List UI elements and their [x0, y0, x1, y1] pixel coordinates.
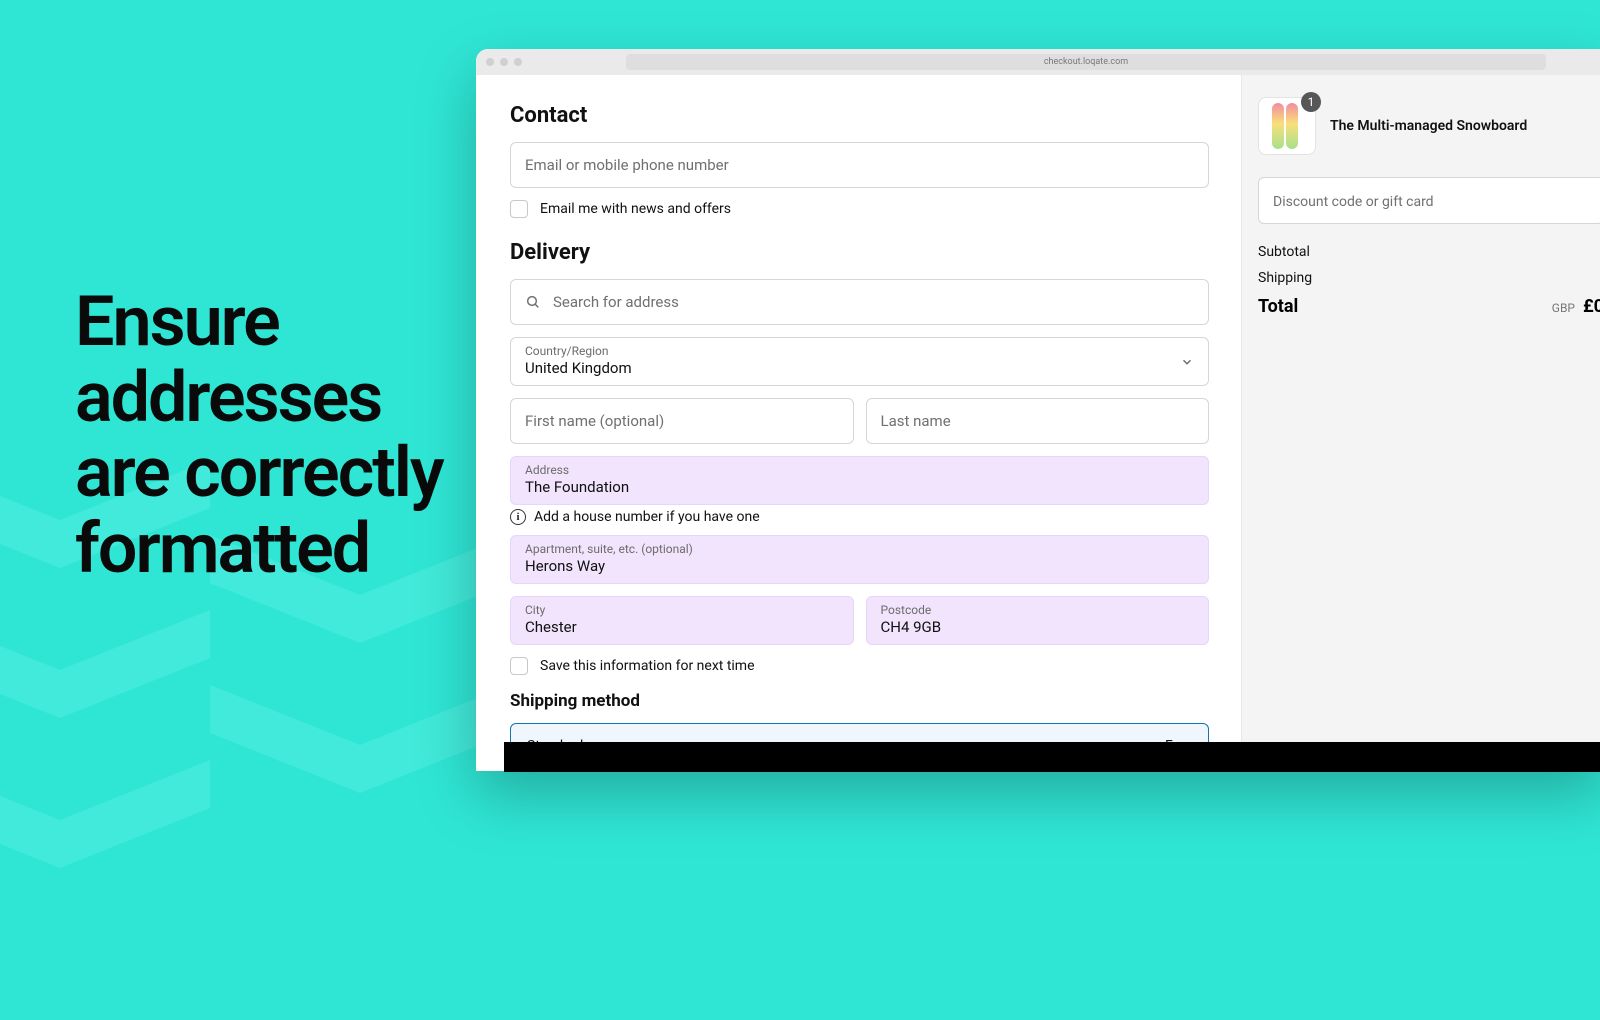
total-label: Total [1258, 296, 1298, 317]
marketing-headline: Ensure addresses are correctly formatted [75, 285, 455, 587]
country-select[interactable]: Country/Region United Kingdom [510, 337, 1209, 386]
first-name-placeholder: First name (optional) [525, 412, 664, 430]
save-info-label: Save this information for next time [540, 658, 755, 674]
cart-item: 1 The Multi-managed Snowboard [1258, 97, 1600, 155]
url-bar[interactable]: checkout.loqate.com [626, 54, 1546, 70]
quantity-badge: 1 [1301, 92, 1321, 112]
contact-heading: Contact [510, 103, 1209, 128]
chevron-down-icon [1180, 355, 1194, 369]
address-field[interactable]: Address The Foundation [510, 456, 1209, 505]
frame-bottom-bar [504, 742, 1600, 772]
window-close-icon[interactable] [486, 58, 494, 66]
house-hint-text: Add a house number if you have one [534, 509, 760, 525]
search-icon [525, 294, 541, 310]
city-value: Chester [525, 618, 577, 636]
city-label: City [525, 603, 545, 617]
first-name-field[interactable]: First name (optional) [510, 398, 854, 444]
discount-placeholder: Discount code or gift card [1273, 194, 1434, 210]
window-controls [486, 58, 522, 66]
address-label: Address [525, 463, 569, 477]
postcode-field[interactable]: Postcode CH4 9GB [866, 596, 1210, 645]
save-info-checkbox-row[interactable]: Save this information for next time [510, 657, 1209, 675]
email-placeholder: Email or mobile phone number [525, 156, 729, 174]
city-field[interactable]: City Chester [510, 596, 854, 645]
last-name-placeholder: Last name [881, 412, 951, 430]
address-search-placeholder: Search for address [553, 293, 679, 311]
total-amount: £0 [1583, 296, 1600, 317]
apartment-label: Apartment, suite, etc. (optional) [525, 542, 693, 556]
country-value: United Kingdom [525, 359, 632, 377]
browser-window: checkout.loqate.com Contact Email or mob… [476, 49, 1600, 771]
discount-code-field[interactable]: Discount code or gift card [1258, 177, 1600, 224]
subtotal-label: Subtotal [1258, 244, 1310, 260]
postcode-value: CH4 9GB [881, 618, 942, 636]
apartment-field[interactable]: Apartment, suite, etc. (optional) Herons… [510, 535, 1209, 584]
window-zoom-icon[interactable] [514, 58, 522, 66]
apartment-value: Herons Way [525, 557, 605, 575]
subtotal-line: Subtotal [1258, 244, 1600, 260]
browser-title-bar: checkout.loqate.com [476, 49, 1600, 75]
house-number-hint: i Add a house number if you have one [510, 509, 1209, 525]
delivery-heading: Delivery [510, 240, 1209, 265]
info-icon: i [510, 509, 526, 525]
shipping-label: Shipping [1258, 270, 1312, 286]
country-label: Country/Region [525, 344, 609, 358]
save-info-checkbox[interactable] [510, 657, 528, 675]
address-search-field[interactable]: Search for address [510, 279, 1209, 325]
email-field[interactable]: Email or mobile phone number [510, 142, 1209, 188]
newsletter-label: Email me with news and offers [540, 201, 731, 217]
order-summary-sidebar: 1 The Multi-managed Snowboard Discount c… [1242, 75, 1600, 771]
product-name: The Multi-managed Snowboard [1330, 118, 1527, 134]
newsletter-checkbox-row[interactable]: Email me with news and offers [510, 200, 1209, 218]
total-line: Total GBP £0 [1258, 296, 1600, 317]
newsletter-checkbox[interactable] [510, 200, 528, 218]
address-value: The Foundation [525, 478, 629, 496]
shipping-method-heading: Shipping method [510, 691, 1209, 711]
total-currency: GBP [1552, 301, 1575, 315]
window-minimize-icon[interactable] [500, 58, 508, 66]
product-thumbnail: 1 [1258, 97, 1316, 155]
postcode-label: Postcode [881, 603, 932, 617]
checkout-main: Contact Email or mobile phone number Ema… [476, 75, 1242, 771]
shipping-line: Shipping [1258, 270, 1600, 286]
last-name-field[interactable]: Last name [866, 398, 1210, 444]
